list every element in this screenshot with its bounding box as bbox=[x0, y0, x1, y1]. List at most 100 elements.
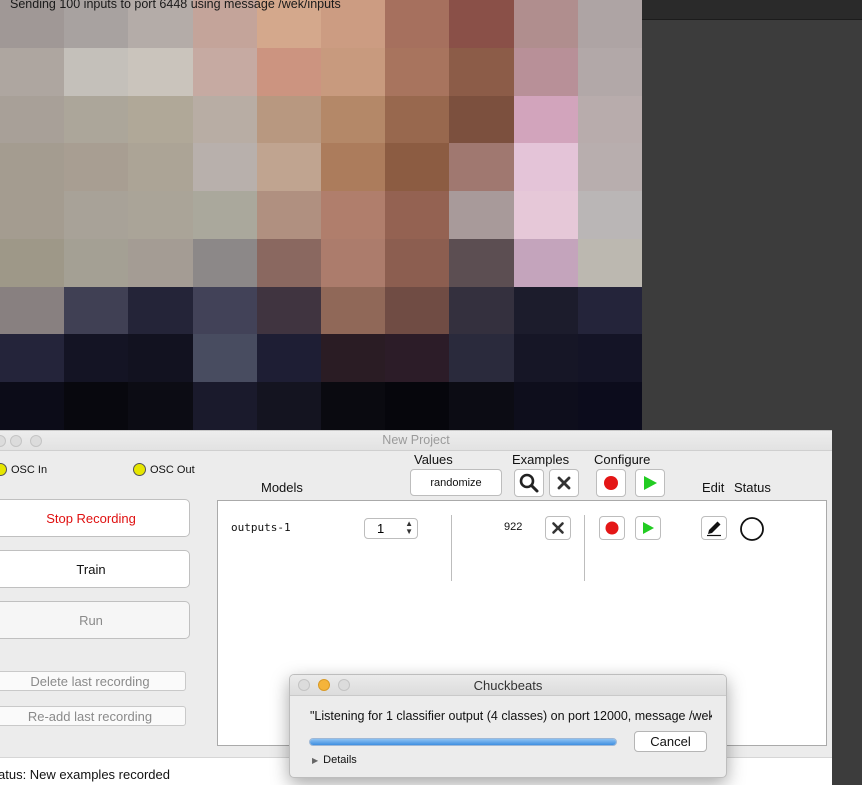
project-titlebar[interactable]: New Project bbox=[0, 431, 832, 451]
mosaic-cell bbox=[128, 286, 193, 335]
randomize-button[interactable]: randomize bbox=[410, 469, 502, 496]
model-value-stepper[interactable]: 1 ▲ ▼ bbox=[364, 518, 418, 539]
mosaic-cell bbox=[0, 238, 65, 287]
mosaic-cell bbox=[320, 143, 386, 192]
stop-recording-button[interactable]: Stop Recording bbox=[0, 499, 190, 537]
mosaic-cell bbox=[64, 47, 129, 96]
mosaic-cell bbox=[320, 238, 386, 287]
video-preview-mosaic bbox=[0, 0, 642, 430]
configure-header: Configure bbox=[594, 452, 651, 467]
mosaic-cell bbox=[64, 238, 129, 287]
mosaic-cell bbox=[256, 191, 321, 239]
mosaic-cell bbox=[513, 0, 578, 48]
column-divider bbox=[451, 515, 452, 581]
record-all-button[interactable] bbox=[596, 469, 626, 497]
model-name: outputs-1 bbox=[231, 521, 291, 534]
mosaic-cell bbox=[449, 47, 514, 96]
mosaic-cell bbox=[64, 191, 129, 239]
osc-in-indicator: OSC In bbox=[0, 463, 47, 476]
mosaic-cell bbox=[128, 47, 193, 96]
mosaic-cell bbox=[513, 47, 578, 96]
delete-last-recording-button[interactable]: Delete last recording bbox=[0, 671, 186, 691]
mosaic-cell bbox=[192, 382, 257, 430]
train-button[interactable]: Train bbox=[0, 550, 190, 588]
stepper-arrows-icon[interactable]: ▲ ▼ bbox=[405, 520, 413, 536]
osc-in-status-dot bbox=[0, 463, 7, 476]
mosaic-cell bbox=[513, 334, 578, 383]
close-icon bbox=[557, 476, 571, 490]
dialog-message: "Listening for 1 classifier output (4 cl… bbox=[310, 709, 712, 723]
mosaic-cell bbox=[385, 47, 450, 96]
mosaic-cell bbox=[577, 238, 642, 287]
mosaic-cell bbox=[449, 95, 514, 144]
record-icon bbox=[604, 476, 618, 490]
mosaic-cell bbox=[513, 382, 578, 430]
mosaic-cell bbox=[449, 0, 514, 48]
osc-out-indicator: OSC Out bbox=[133, 463, 195, 476]
mosaic-cell bbox=[513, 238, 578, 287]
details-disclosure[interactable]: ▶ Details bbox=[312, 754, 357, 766]
mosaic-cell bbox=[449, 191, 514, 239]
mosaic-cell bbox=[385, 382, 450, 430]
mosaic-cell bbox=[0, 95, 65, 144]
chuckbeats-dialog: Chuckbeats "Listening for 1 classifier o… bbox=[289, 674, 727, 778]
mosaic-cell bbox=[320, 47, 386, 96]
record-model-button[interactable] bbox=[599, 516, 625, 540]
dialog-titlebar[interactable]: Chuckbeats bbox=[290, 675, 726, 696]
mosaic-cell bbox=[64, 334, 129, 383]
mosaic-cell bbox=[577, 0, 642, 48]
search-examples-button[interactable] bbox=[514, 469, 544, 497]
status-text: atus: New examples recorded bbox=[0, 767, 170, 782]
mosaic-cell bbox=[256, 286, 321, 335]
osc-out-status-dot bbox=[133, 463, 146, 476]
status-header: Status bbox=[734, 480, 771, 495]
run-model-button[interactable] bbox=[635, 516, 661, 540]
mosaic-cell bbox=[128, 191, 193, 239]
delete-model-examples-button[interactable] bbox=[545, 516, 571, 540]
mosaic-cell bbox=[385, 143, 450, 192]
mosaic-cell bbox=[256, 382, 321, 430]
readd-last-recording-button[interactable]: Re-add last recording bbox=[0, 706, 186, 726]
mosaic-cell bbox=[128, 382, 193, 430]
mosaic-cell bbox=[64, 95, 129, 144]
mosaic-cell bbox=[513, 143, 578, 192]
edit-header: Edit bbox=[702, 480, 725, 495]
run-all-button[interactable] bbox=[635, 469, 665, 497]
close-icon bbox=[552, 522, 564, 534]
mosaic-cell bbox=[64, 143, 129, 192]
mosaic-cell bbox=[577, 95, 642, 144]
mosaic-cell bbox=[385, 238, 450, 287]
control-panel: OSC In OSC Out Stop Recording Train Run … bbox=[0, 451, 205, 759]
run-button[interactable]: Run bbox=[0, 601, 190, 639]
osc-in-label: OSC In bbox=[11, 463, 48, 476]
mosaic-cell bbox=[449, 143, 514, 192]
mosaic-cell bbox=[192, 286, 257, 335]
mosaic-cell bbox=[64, 382, 129, 430]
mosaic-cell bbox=[385, 286, 450, 335]
mosaic-cell bbox=[256, 334, 321, 383]
mosaic-cell bbox=[128, 95, 193, 144]
mosaic-cell bbox=[256, 143, 321, 192]
mosaic-cell bbox=[192, 95, 257, 144]
models-header: Models bbox=[261, 480, 303, 495]
mosaic-cell bbox=[320, 95, 386, 144]
delete-all-examples-button[interactable] bbox=[549, 469, 579, 497]
stepper-value: 1 bbox=[377, 521, 385, 536]
mosaic-cell bbox=[449, 286, 514, 335]
mosaic-cell bbox=[320, 382, 386, 430]
mosaic-cell bbox=[385, 334, 450, 383]
cancel-button[interactable]: Cancel bbox=[634, 731, 707, 752]
disclosure-triangle-icon[interactable]: ▶ bbox=[312, 756, 318, 765]
mosaic-cell bbox=[513, 95, 578, 144]
mosaic-cell bbox=[0, 286, 65, 335]
edit-model-button[interactable] bbox=[701, 516, 727, 540]
mosaic-cell bbox=[192, 334, 257, 383]
progress-bar bbox=[309, 738, 617, 746]
mosaic-cell bbox=[320, 191, 386, 239]
mosaic-cell bbox=[449, 382, 514, 430]
mosaic-cell bbox=[64, 286, 129, 335]
mosaic-cell bbox=[577, 334, 642, 383]
mosaic-cell bbox=[192, 191, 257, 239]
progress-fill bbox=[310, 739, 616, 745]
mosaic-cell bbox=[128, 334, 193, 383]
